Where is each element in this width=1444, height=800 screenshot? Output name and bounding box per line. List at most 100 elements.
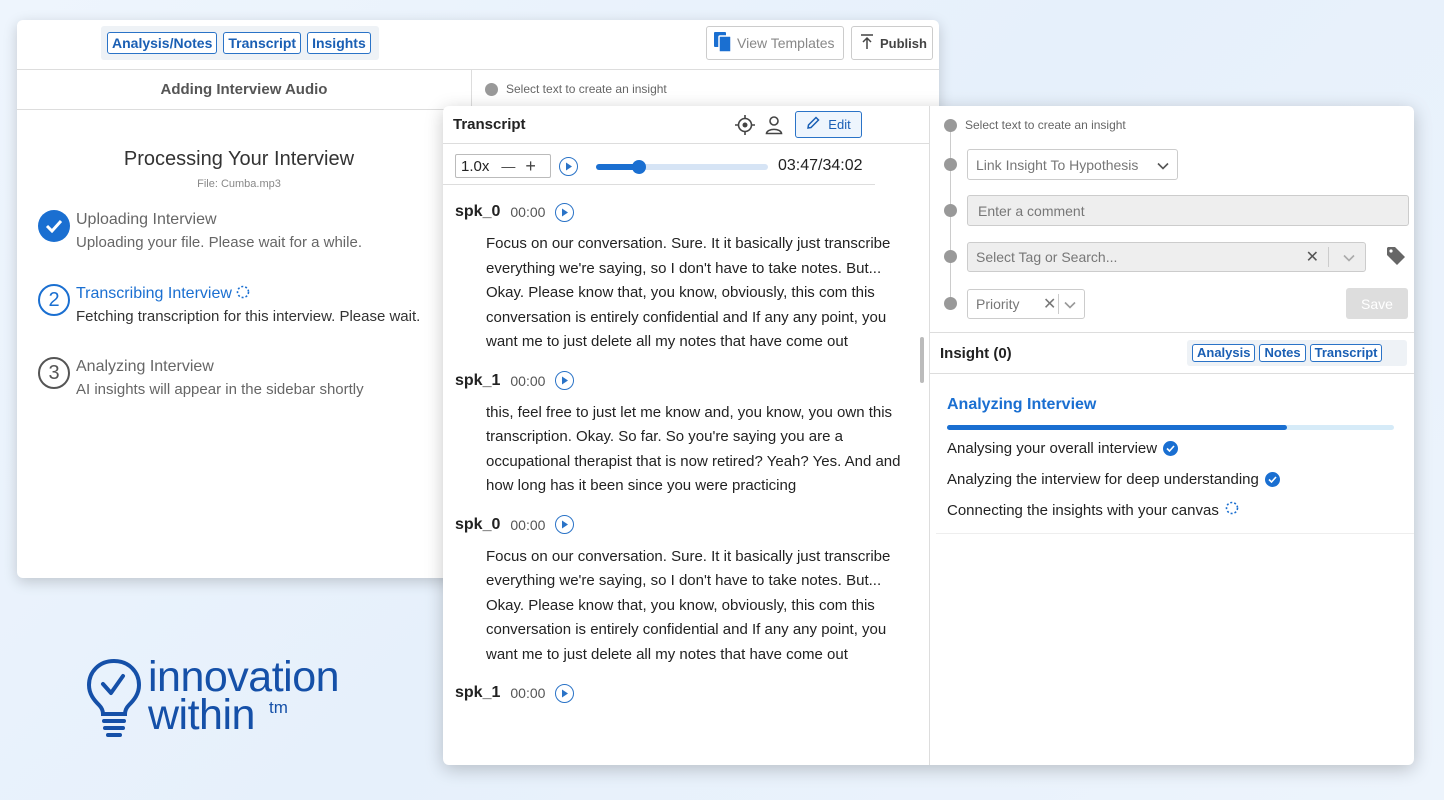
timeline-dot bbox=[944, 297, 957, 310]
chevron-down-icon[interactable] bbox=[1064, 296, 1076, 312]
play-segment-icon[interactable] bbox=[555, 683, 575, 703]
speaker-timestamp[interactable]: 00:00 bbox=[510, 204, 545, 220]
timeline-dot bbox=[944, 158, 957, 171]
check-circle-icon bbox=[1264, 472, 1280, 487]
tab-notes[interactable]: Notes bbox=[1259, 344, 1306, 362]
timeline-dot bbox=[944, 250, 957, 263]
analysis-step-label: Connecting the insights with your canvas bbox=[947, 501, 1219, 519]
analysis-progress-fill bbox=[947, 425, 1287, 430]
analysis-step-label: Analyzing the interview for deep underst… bbox=[947, 471, 1259, 488]
step-desc: Uploading your file. Please wait for a w… bbox=[76, 234, 362, 251]
clear-icon[interactable]: ✕ bbox=[1306, 247, 1319, 267]
publish-button[interactable]: Publish bbox=[851, 26, 933, 60]
document-icon bbox=[713, 31, 733, 56]
link-hypothesis-label: Link Insight To Hypothesis bbox=[976, 156, 1139, 173]
speed-decrease-button[interactable]: — bbox=[501, 158, 515, 174]
check-circle-icon bbox=[1163, 441, 1179, 456]
speaker-timestamp[interactable]: 00:00 bbox=[510, 517, 545, 533]
utterance-text[interactable]: Focus on our conversation. Sure. It it b… bbox=[443, 545, 921, 668]
analysis-step: Analysing your overall interview bbox=[947, 440, 1179, 457]
time-readout: 03:47/34:02 bbox=[778, 157, 863, 174]
play-button[interactable] bbox=[559, 157, 578, 176]
step-title-active: Transcribing Interview bbox=[76, 284, 420, 304]
comment-input[interactable]: Enter a comment bbox=[967, 195, 1409, 226]
comment-placeholder: Enter a comment bbox=[978, 202, 1085, 219]
edit-button[interactable]: Edit bbox=[795, 111, 862, 138]
view-tab-group: Analysis/Notes Transcript Insights bbox=[101, 26, 379, 60]
view-templates-button[interactable]: View Templates bbox=[706, 26, 844, 60]
step-number: 2 bbox=[38, 284, 70, 316]
analysis-step: Analyzing the interview for deep underst… bbox=[947, 471, 1280, 488]
priority-select[interactable]: Priority ✕ bbox=[967, 289, 1085, 319]
step-title: Analyzing Interview bbox=[76, 358, 214, 375]
audio-scrubber-handle[interactable] bbox=[632, 160, 646, 174]
analysis-step: Connecting the insights with your canvas bbox=[947, 501, 1239, 519]
insight-title: Insight (0) bbox=[940, 345, 1012, 362]
chevron-down-icon[interactable] bbox=[1343, 249, 1355, 265]
transcript-body: spk_0 00:00 Focus on our conversation. S… bbox=[443, 192, 921, 713]
speed-increase-button[interactable]: + bbox=[525, 156, 536, 177]
clear-icon[interactable]: ✕ bbox=[1043, 294, 1056, 314]
lightbulb-icon bbox=[86, 658, 142, 737]
speaker-timestamp[interactable]: 00:00 bbox=[510, 373, 545, 389]
tab-analysis-notes[interactable]: Analysis/Notes bbox=[107, 32, 218, 54]
link-hypothesis-select[interactable]: Link Insight To Hypothesis bbox=[967, 149, 1178, 180]
edit-label: Edit bbox=[828, 117, 851, 132]
spinner-icon bbox=[236, 285, 250, 302]
person-icon[interactable] bbox=[765, 115, 783, 140]
step-transcribing: 2 Transcribing Interview Fetching transc… bbox=[38, 284, 420, 326]
step-number: 3 bbox=[38, 357, 70, 389]
timeline-dot bbox=[944, 204, 957, 217]
utterance-text[interactable]: Focus on our conversation. Sure. It it b… bbox=[443, 232, 921, 355]
insight-sidebar: Select text to create an insight Link In… bbox=[930, 106, 1414, 765]
analysis-step-label: Analysing your overall interview bbox=[947, 440, 1158, 457]
tab-transcript[interactable]: Transcript bbox=[223, 32, 302, 54]
transcript-header: Transcript Edit bbox=[443, 106, 929, 144]
play-segment-icon[interactable] bbox=[555, 515, 575, 534]
publish-label: Publish bbox=[880, 35, 927, 51]
play-segment-icon[interactable] bbox=[555, 371, 575, 390]
scrollbar-thumb[interactable] bbox=[920, 337, 924, 383]
play-segment-icon[interactable] bbox=[555, 202, 575, 222]
transcript-pane: Transcript Edit 1.0x — + 03:47/34:02 spk… bbox=[443, 106, 930, 765]
priority-placeholder: Priority bbox=[976, 296, 1020, 312]
audio-player: 1.0x — + 03:47/34:02 bbox=[455, 154, 875, 180]
speaker-name: spk_0 bbox=[455, 515, 501, 533]
audio-progress-bar[interactable] bbox=[596, 160, 768, 174]
step-desc: Fetching transcription for this intervie… bbox=[76, 308, 421, 325]
back-insight-hint: Select text to create an insight bbox=[485, 82, 667, 96]
analyzing-title: Analyzing Interview bbox=[947, 396, 1097, 413]
timeline-dot bbox=[944, 119, 957, 132]
divider bbox=[1328, 247, 1329, 267]
adding-audio-header: Adding Interview Audio bbox=[17, 70, 472, 110]
processing-title: Processing Your Interview bbox=[123, 148, 355, 170]
speaker-timestamp[interactable]: 00:00 bbox=[510, 685, 545, 701]
insight-tab-group: Analysis Notes Transcript bbox=[1187, 340, 1407, 366]
view-templates-label: View Templates bbox=[737, 35, 835, 51]
step-analyzing: 3 Analyzing Interview AI insights will a… bbox=[38, 357, 364, 399]
timeline-dot bbox=[485, 82, 498, 96]
save-button[interactable]: Save bbox=[1346, 288, 1408, 319]
logo-trademark: tm bbox=[269, 698, 288, 717]
check-icon bbox=[38, 210, 70, 242]
speaker-row: spk_1 00:00 bbox=[443, 673, 921, 713]
tab-analysis[interactable]: Analysis bbox=[1192, 344, 1256, 362]
analysis-progress-bar bbox=[947, 425, 1394, 430]
logo-text-line2: within bbox=[148, 691, 255, 739]
front-window: Transcript Edit 1.0x — + 03:47/34:02 spk… bbox=[443, 106, 1414, 765]
insight-hint: Select text to create an insight bbox=[965, 118, 1126, 132]
tag-placeholder: Select Tag or Search... bbox=[976, 249, 1118, 265]
tab-insights[interactable]: Insights bbox=[307, 32, 371, 54]
tag-search-select[interactable]: Select Tag or Search... ✕ bbox=[967, 242, 1366, 272]
brand-logo: innovation within tm bbox=[86, 656, 366, 746]
analyzing-card: Analyzing Interview Analysing your overa… bbox=[936, 382, 1414, 534]
processing-file-name: File: Cumba.mp3 bbox=[197, 178, 281, 190]
utterance-text[interactable]: this, feel free to just let me know and,… bbox=[443, 401, 921, 499]
speed-value: 1.0x bbox=[461, 157, 490, 175]
speaker-row: spk_1 00:00 bbox=[443, 361, 921, 401]
tag-icon[interactable] bbox=[1386, 246, 1406, 271]
locate-icon[interactable] bbox=[735, 115, 755, 140]
speaker-name: spk_1 bbox=[455, 371, 501, 389]
back-toolbar: Analysis/Notes Transcript Insights View … bbox=[17, 20, 939, 70]
tab-transcript[interactable]: Transcript bbox=[1309, 344, 1383, 362]
